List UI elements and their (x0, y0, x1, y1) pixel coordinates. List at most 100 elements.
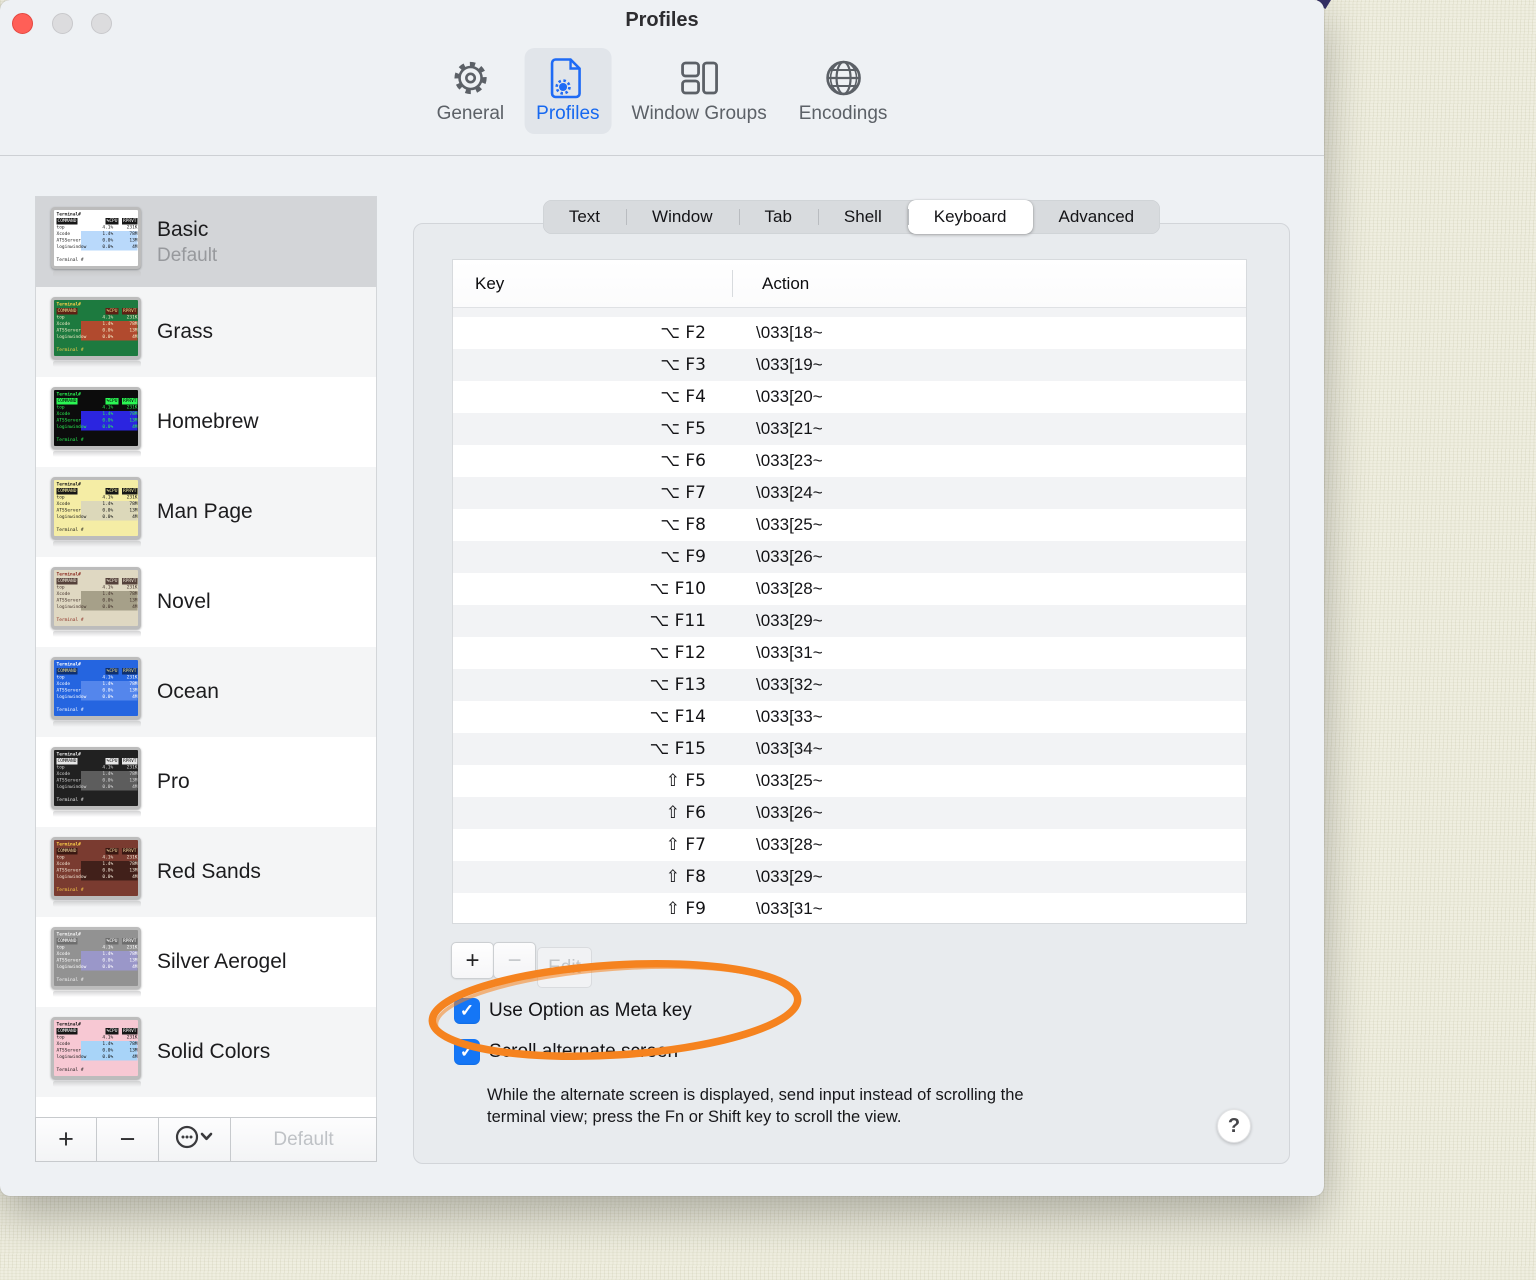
thumb-prompt: Terminal # (56, 257, 84, 263)
toolbar-item-general[interactable]: General (425, 48, 517, 134)
profile-row-pro[interactable]: Terminal# COMMAND %CPU RPRVT top 4.1% 231K… (36, 737, 376, 827)
profile-name: Ocean (157, 680, 219, 703)
thumb-prompt: Terminal # (56, 707, 84, 713)
checkbox-label: Scroll alternate screen (489, 1041, 679, 1062)
thumbnail-reflection (53, 901, 141, 907)
tab-advanced[interactable]: Advanced (1033, 200, 1161, 234)
thumb-prompt: Terminal # (56, 977, 84, 983)
gear-icon (449, 56, 491, 100)
profile-settings-pane: Text Window Tab Shell Keyboard Advanced Key A… (413, 200, 1290, 1164)
profile-thumbnail: Terminal# COMMAND %CPU RPRVT top 4.1% 231K… (51, 837, 143, 907)
help-button[interactable]: ? (1217, 1109, 1251, 1143)
thumbnail-reflection (53, 721, 141, 727)
thumb-rows: top 4.1% 231K Xcode 1.4% 78M ATSServer 0.0% 13M l… (56, 1035, 138, 1061)
thumb-rows: top 4.1% 231K Xcode 1.4% 78M ATSServer 0.0% 13M l… (56, 495, 138, 521)
key-row[interactable]: ⌥ F5 \033[21~ (453, 413, 1246, 445)
alternate-screen-footnote: While the alternate screen is displayed,… (487, 1086, 1024, 1126)
toolbar-label: General (436, 103, 505, 124)
use-option-as-meta-key-checkbox[interactable]: ✓ (454, 998, 480, 1024)
profile-actions-menu-button[interactable] (159, 1118, 231, 1161)
tab-shell[interactable]: Shell (817, 200, 908, 234)
thumb-prompt: Terminal # (56, 437, 84, 443)
tab-window[interactable]: Window (626, 200, 738, 234)
profile-name: Novel (157, 590, 211, 613)
key-row[interactable]: ⌥ F11 \033[29~ (453, 605, 1246, 637)
scroll-alternate-screen-row: ✓ Scroll alternate screen (454, 1039, 678, 1065)
thumbnail-reflection (53, 541, 141, 547)
key-row[interactable]: ⇧ F9 \033[31~ (453, 893, 1246, 923)
key-row[interactable]: ⌥ F2 \033[18~ (453, 317, 1246, 349)
profile-name: Silver Aerogel (157, 950, 287, 973)
tab-tab[interactable]: Tab (738, 200, 818, 234)
profile-name: Solid Colors (157, 1040, 271, 1063)
thumb-prompt: Terminal # (56, 1067, 84, 1073)
profile-thumbnail: Terminal# COMMAND %CPU RPRVT top 4.1% 231K… (51, 567, 143, 637)
add-profile-button[interactable]: + (36, 1118, 97, 1161)
profile-thumbnail: Terminal# COMMAND %CPU RPRVT top 4.1% 231K… (51, 927, 143, 997)
key-table-body: ⌥ F2 \033[18~ ⌥ F3 \033[19~ ⌥ F4 \033[20~ ⌥ F5… (453, 308, 1246, 923)
thumb-rows: top 4.1% 231K Xcode 1.4% 78M ATSServer 0.0% 13M l… (56, 225, 138, 251)
thumb-rows: top 4.1% 231K Xcode 1.4% 78M ATSServer 0.0% 13M l… (56, 945, 138, 971)
key-row[interactable]: ⌥ F12 \033[31~ (453, 637, 1246, 669)
remove-profile-button[interactable]: − (97, 1118, 159, 1161)
profile-name: Red Sands (157, 860, 261, 883)
key-row[interactable]: ⌥ F15 \033[34~ (453, 733, 1246, 765)
edit-key-button[interactable]: Edit (537, 947, 592, 988)
checkmark-icon: ✓ (459, 1042, 475, 1061)
toolbar-item-window-groups[interactable]: Window Groups (620, 48, 779, 134)
toolbar-item-encodings[interactable]: Encodings (787, 48, 900, 134)
thumbnail-reflection (53, 451, 141, 457)
column-divider[interactable] (732, 270, 733, 297)
profile-thumbnail: Terminal# COMMAND %CPU RPRVT top 4.1% 231K… (51, 747, 143, 817)
profile-row-solid-colors[interactable]: Terminal# COMMAND %CPU RPRVT top 4.1% 231K… (36, 1007, 376, 1097)
key-row[interactable]: ⌥ F9 \033[26~ (453, 541, 1246, 573)
thumb-prompt: Terminal # (56, 617, 84, 623)
profile-thumbnail: Terminal# COMMAND %CPU RPRVT top 4.1% 231K… (51, 207, 143, 277)
window-title: Profiles (625, 9, 699, 31)
profile-row-man-page[interactable]: Terminal# COMMAND %CPU RPRVT top 4.1% 231K… (36, 467, 376, 557)
checkmark-icon: ✓ (459, 1001, 475, 1020)
key-row[interactable]: ⇧ F5 \033[25~ (453, 765, 1246, 797)
profile-row-novel[interactable]: Terminal# COMMAND %CPU RPRVT top 4.1% 231K… (36, 557, 376, 647)
thumb-rows: top 4.1% 231K Xcode 1.4% 78M ATSServer 0.0% 13M l… (56, 675, 138, 701)
titlebar: Profiles General Profiles Window Groups … (0, 0, 1324, 156)
tab-text[interactable]: Text (543, 200, 626, 234)
key-row[interactable]: ⌥ F7 \033[24~ (453, 477, 1246, 509)
thumb-prompt: Terminal # (56, 347, 84, 353)
key-row[interactable]: ⌥ F4 \033[20~ (453, 381, 1246, 413)
key-mappings-table: Key Action ⌥ F2 \033[18~ ⌥ F3 \033[19~ ⌥ F4 \… (452, 259, 1247, 924)
profile-name: Basic (157, 217, 209, 241)
tab-keyboard[interactable]: Keyboard (907, 200, 1033, 234)
toolbar-label: Encodings (798, 103, 888, 124)
remove-key-button[interactable]: − (493, 942, 536, 979)
tab-bar: Text Window Tab Shell Keyboard Advanced (542, 200, 1161, 234)
profile-row-basic[interactable]: Terminal# COMMAND %CPU RPRVT top 4.1% 231K… (36, 197, 376, 287)
key-row[interactable]: ⌥ F14 \033[33~ (453, 701, 1246, 733)
key-row[interactable]: ⇧ F8 \033[29~ (453, 861, 1246, 893)
thumbnail-reflection (53, 811, 141, 817)
toolbar-label: Window Groups (631, 103, 767, 124)
profile-row-grass[interactable]: Terminal# COMMAND %CPU RPRVT top 4.1% 231K… (36, 287, 376, 377)
checkbox-label: Use Option as Meta key (489, 1000, 692, 1021)
thumbnail-reflection (53, 631, 141, 637)
profile-row-homebrew[interactable]: Terminal# COMMAND %CPU RPRVT top 4.1% 231K… (36, 377, 376, 467)
use-option-as-meta-key-row: ✓ Use Option as Meta key (454, 998, 692, 1024)
scroll-alternate-screen-checkbox[interactable]: ✓ (454, 1039, 480, 1065)
key-row[interactable]: ⇧ F7 \033[28~ (453, 829, 1246, 861)
key-row[interactable]: ⌥ F8 \033[25~ (453, 509, 1246, 541)
thumb-rows: top 4.1% 231K Xcode 1.4% 78M ATSServer 0.0% 13M l… (56, 405, 138, 431)
profile-row-ocean[interactable]: Terminal# COMMAND %CPU RPRVT top 4.1% 231K… (36, 647, 376, 737)
key-row[interactable]: ⇧ F6 \033[26~ (453, 797, 1246, 829)
key-row[interactable]: ⌥ F3 \033[19~ (453, 349, 1246, 381)
add-key-button[interactable]: + (451, 942, 494, 979)
profile-row-silver-aerogel[interactable]: Terminal# COMMAND %CPU RPRVT top 4.1% 231K… (36, 917, 376, 1007)
key-row[interactable]: ⌥ F13 \033[32~ (453, 669, 1246, 701)
toolbar-item-profiles[interactable]: Profiles (524, 48, 612, 134)
toolbar-label: Profiles (536, 103, 600, 124)
set-default-button[interactable]: Default (231, 1118, 376, 1161)
thumbnail-reflection (53, 991, 141, 997)
key-row[interactable]: ⌥ F10 \033[28~ (453, 573, 1246, 605)
profile-row-red-sands[interactable]: Terminal# COMMAND %CPU RPRVT top 4.1% 231K… (36, 827, 376, 917)
partial-row (453, 308, 1246, 317)
key-row[interactable]: ⌥ F6 \033[23~ (453, 445, 1246, 477)
